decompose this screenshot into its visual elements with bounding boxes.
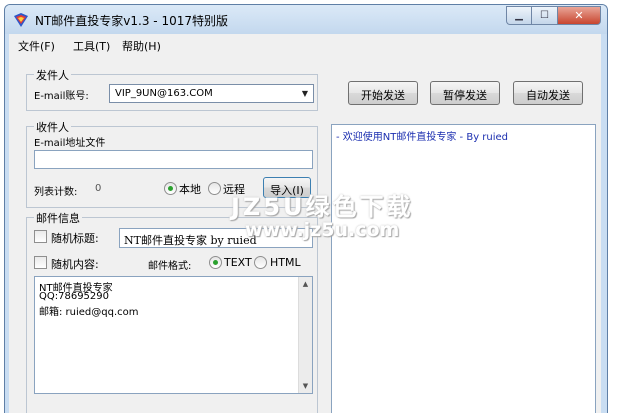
list-count-value: 0 xyxy=(95,183,102,194)
format-text-label: TEXT xyxy=(224,256,252,269)
mail-info-group-title: 邮件信息 xyxy=(34,210,82,226)
list-count-label: 列表计数: xyxy=(34,187,78,198)
content-line: 邮箱: ruied@qq.com xyxy=(39,307,139,318)
minimize-button[interactable]: ▁ xyxy=(506,6,532,25)
recipient-group-title: 收件人 xyxy=(34,119,71,135)
title-bar[interactable]: NT邮件直投专家v1.3 - 1017特别版 ▁ ☐ ✕ xyxy=(5,5,607,34)
main-panel: 发件人 E-mail账号: VIP_9UN@163.COM ▼ 收件人 E-ma… xyxy=(9,56,601,413)
import-button-label: 导入(I) xyxy=(270,184,304,197)
random-content-checkbox[interactable] xyxy=(34,256,47,269)
pause-send-button[interactable]: 暂停发送 xyxy=(430,81,500,105)
pause-send-label: 暂停发送 xyxy=(443,89,487,102)
subject-value: NT邮件直投专家 by ruied xyxy=(124,234,257,247)
format-html-radio[interactable] xyxy=(254,256,267,269)
start-send-label: 开始发送 xyxy=(361,89,405,102)
content-line: QQ:78695290 xyxy=(39,291,110,302)
maximize-button[interactable]: ☐ xyxy=(532,6,558,25)
menu-help[interactable]: 帮助(H) xyxy=(122,38,161,54)
log-line: - 欢迎使用NT邮件直投专家 - By ruied xyxy=(336,132,509,143)
window-title: NT邮件直投专家v1.3 - 1017特别版 xyxy=(35,14,228,28)
maximize-icon: ☐ xyxy=(540,9,549,21)
mail-format-label: 邮件格式: xyxy=(148,261,192,272)
scroll-down-icon[interactable]: ▼ xyxy=(299,380,312,392)
random-content-label: 随机内容: xyxy=(51,258,99,271)
remote-radio[interactable] xyxy=(208,182,221,195)
app-logo-icon xyxy=(14,13,28,27)
menu-file[interactable]: 文件(F) xyxy=(18,38,55,54)
sender-group-title: 发件人 xyxy=(34,67,71,83)
close-icon: ✕ xyxy=(574,9,584,22)
menu-tools[interactable]: 工具(T) xyxy=(73,38,110,54)
auto-send-label: 自动发送 xyxy=(526,89,570,102)
content-scrollbar[interactable]: ▲ ▼ xyxy=(298,277,312,393)
local-radio[interactable] xyxy=(164,182,177,195)
start-send-button[interactable]: 开始发送 xyxy=(348,81,418,105)
sender-group: 发件人 E-mail账号: VIP_9UN@163.COM ▼ xyxy=(26,67,318,111)
mail-info-group: 邮件信息 随机标题: NT邮件直投专家 by ruied 随机内容: 邮件格式:… xyxy=(26,210,318,413)
email-account-label: E-mail账号: xyxy=(34,91,89,102)
email-account-value: VIP_9UN@163.COM xyxy=(115,88,213,99)
app-window: NT邮件直投专家v1.3 - 1017特别版 ▁ ☐ ✕ 文件(F) 工具(T)… xyxy=(4,4,608,413)
mail-content-textarea[interactable]: NT邮件直投专家 QQ:78695290 邮箱: ruied@qq.com ▲ … xyxy=(34,276,313,394)
format-html-label: HTML xyxy=(270,256,301,269)
auto-send-button[interactable]: 自动发送 xyxy=(513,81,583,105)
subject-input[interactable]: NT邮件直投专家 by ruied xyxy=(119,228,313,248)
minimize-icon: ▁ xyxy=(515,9,523,21)
scroll-up-icon[interactable]: ▲ xyxy=(299,278,312,290)
email-account-select[interactable]: VIP_9UN@163.COM ▼ xyxy=(109,84,314,103)
recipient-group: 收件人 E-mail地址文件 列表计数: 0 本地 远程 导入(I) xyxy=(26,119,318,208)
import-button[interactable]: 导入(I) xyxy=(263,177,311,198)
remote-label: 远程 xyxy=(223,183,245,196)
random-subject-checkbox[interactable] xyxy=(34,230,47,243)
email-file-label: E-mail地址文件 xyxy=(34,138,106,149)
local-label: 本地 xyxy=(179,183,201,196)
close-button[interactable]: ✕ xyxy=(558,6,601,25)
email-file-input[interactable] xyxy=(34,150,313,169)
random-subject-label: 随机标题: xyxy=(51,232,99,245)
log-panel[interactable]: - 欢迎使用NT邮件直投专家 - By ruied xyxy=(331,124,596,413)
chevron-down-icon: ▼ xyxy=(301,89,308,98)
menu-bar: 文件(F) 工具(T) 帮助(H) xyxy=(9,34,601,57)
format-text-radio[interactable] xyxy=(209,256,222,269)
